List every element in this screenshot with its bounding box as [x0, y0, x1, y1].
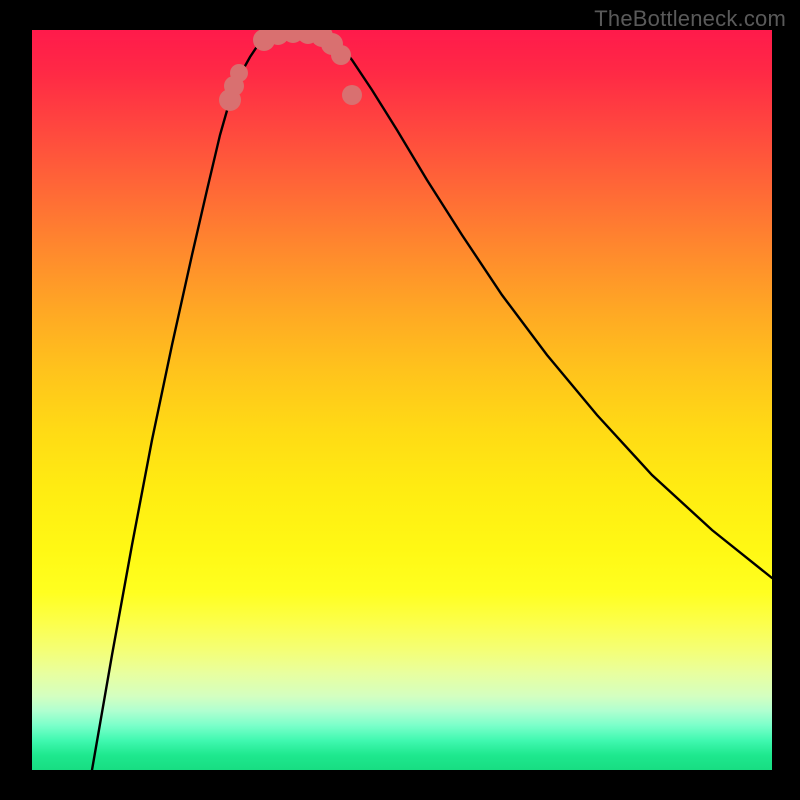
bottleneck-curve	[32, 30, 772, 770]
highlight-dots	[219, 30, 362, 111]
highlight-dot	[331, 45, 351, 65]
watermark-text: TheBottleneck.com	[594, 6, 786, 32]
curve-right-branch	[327, 34, 772, 578]
curve-paths	[92, 31, 772, 771]
highlight-dot	[230, 64, 248, 82]
curve-left-branch	[92, 34, 267, 770]
chart-frame: TheBottleneck.com	[0, 0, 800, 800]
highlight-dot	[342, 85, 362, 105]
plot-area	[32, 30, 772, 770]
